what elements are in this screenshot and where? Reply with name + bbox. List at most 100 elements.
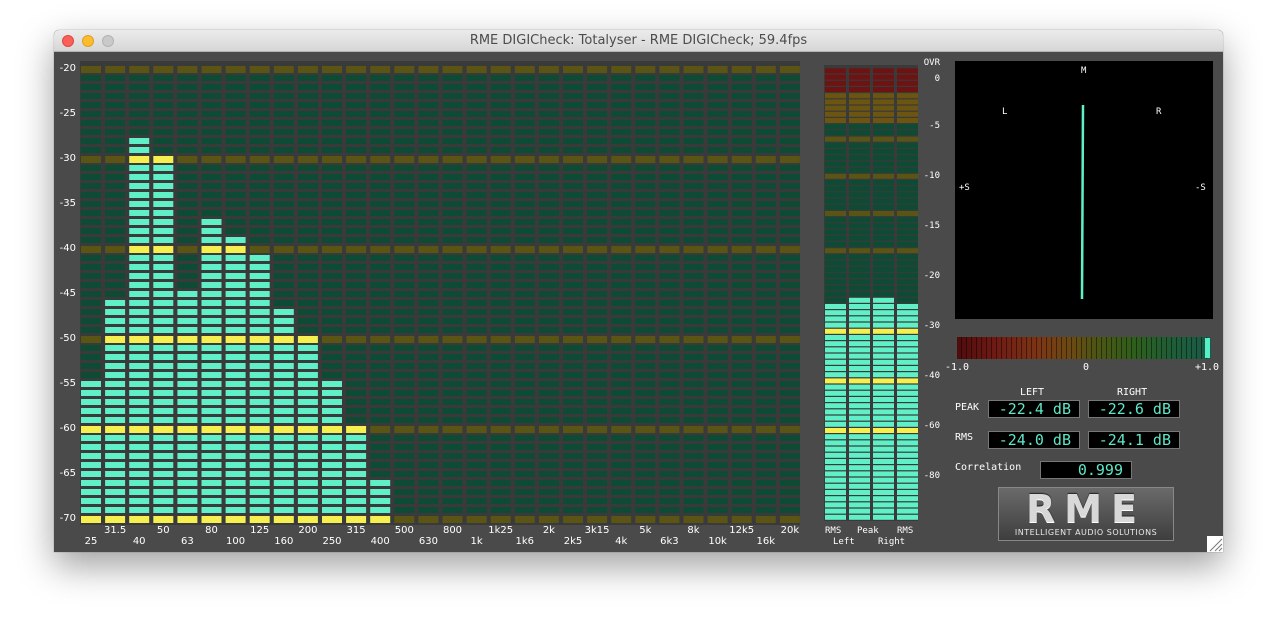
meter-segment [897,390,918,396]
band-segment-off [81,201,101,207]
band-segment-lit [322,435,342,441]
band-segment-off [490,246,511,253]
band-segment-off [538,435,559,441]
band-segment-lit [249,309,270,315]
band-segment-off [587,264,608,270]
band-segment-off [563,228,583,234]
level-meters[interactable] [824,65,918,521]
analyzer-band-10k [707,66,728,523]
band-segment-off [563,480,583,486]
band-segment-off [779,444,800,450]
band-segment-off [370,408,391,414]
band-segment-lit [105,354,126,360]
band-segment-off [538,111,559,117]
band-segment-off [683,462,704,468]
band-segment-off [587,354,608,360]
band-segment-off [442,84,463,90]
band-segment-lit [249,417,270,423]
analyzer-band-label: 12k5 [729,525,755,536]
title-bar[interactable]: RME DIGICheck: Totalyser - RME DIGICheck… [54,30,1223,52]
band-segment-lit [153,165,174,171]
band-segment-off [731,462,752,468]
band-segment-off [418,327,439,333]
meter-segment [825,242,846,247]
band-segment-off [466,174,487,180]
meter-segment [825,335,846,340]
band-segment-lit [297,516,318,523]
band-segment-off [514,246,535,253]
band-segment-lit [346,516,367,523]
band-segment-lit [249,273,270,279]
band-segment-lit [225,354,246,360]
band-segment-off [707,165,728,171]
band-segment-off [442,192,463,198]
band-segment-off [683,336,704,343]
band-segment-lit [249,516,270,523]
band-segment-off [370,435,391,441]
band-segment-off [683,345,704,351]
analyzer-band-630 [418,66,439,523]
band-segment-off [81,345,101,351]
band-segment-off [635,309,656,315]
band-segment-off [707,426,728,433]
band-segment-off [611,75,632,81]
band-segment-lit [177,435,198,441]
band-segment-off [297,264,318,270]
band-segment-lit [201,264,222,270]
band-segment-off [659,255,680,261]
band-segment-off [105,201,126,207]
band-segment-off [635,66,656,73]
band-segment-off [490,174,511,180]
band-segment-off [322,309,342,315]
meter-segment [873,223,894,229]
band-segment-lit [153,372,174,378]
band-segment-lit [273,444,294,450]
band-segment-off [563,174,583,180]
band-segment-off [273,111,294,117]
analyzer-band-label: 63 [181,536,194,547]
band-segment-off [273,102,294,108]
band-segment-off [514,336,535,343]
band-segment-lit [201,408,222,414]
meter-segment [897,483,918,489]
band-segment-off [322,336,342,343]
readout-header-right: RIGHT [1117,387,1148,398]
meter-segment [825,316,846,322]
band-segment-off [635,201,656,207]
band-segment-off [418,210,439,216]
band-segment-off [466,237,487,243]
band-segment-off [659,390,680,396]
analyzer-band-label: 3k15 [584,525,610,536]
band-segment-lit [153,345,174,351]
meter-segment [873,428,894,433]
band-segment-off [418,75,439,81]
band-segment-off [370,165,391,171]
meter-segment [825,403,846,409]
band-segment-off [707,282,728,288]
resize-grip[interactable] [1207,536,1223,552]
band-segment-off [394,228,415,234]
band-segment-off [370,219,391,225]
band-segment-off [466,93,487,99]
band-segment-off [659,93,680,99]
band-segment-off [490,66,511,73]
band-segment-off [297,237,318,243]
band-segment-off [707,291,728,297]
meter-segment [849,136,870,142]
band-segment-off [418,246,439,253]
band-segment-off [418,201,439,207]
band-segment-lit [153,309,174,315]
band-segment-off [635,192,656,198]
band-segment-off [273,291,294,297]
band-segment-off [538,444,559,450]
band-segment-off [587,417,608,423]
band-segment-off [779,390,800,396]
goniometer[interactable]: M L R +S -S [955,61,1213,319]
band-segment-off [273,255,294,261]
band-segment-off [297,147,318,153]
band-segment-off [201,75,222,81]
band-segment-off [779,264,800,270]
band-segment-off [466,111,487,117]
spectrum-analyzer[interactable] [80,61,800,525]
band-segment-off [129,93,150,99]
